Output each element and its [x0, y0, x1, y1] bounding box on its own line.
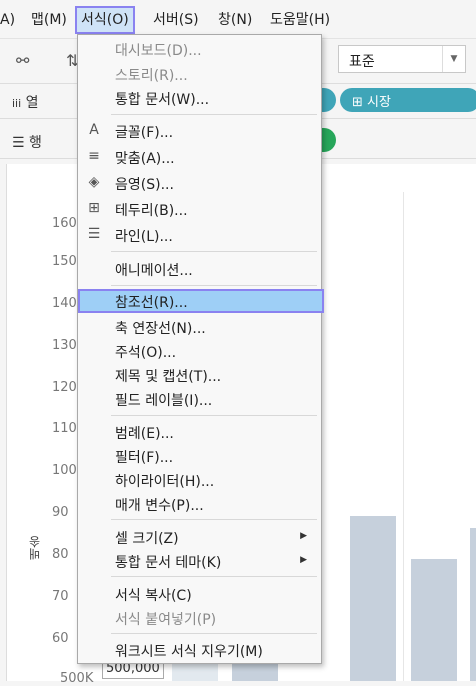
menu-item-animation[interactable]: 애니메이션... [78, 257, 321, 281]
bar[interactable] [470, 528, 476, 681]
lines-icon: ☰ [87, 226, 101, 242]
rows-label: 행 [29, 135, 42, 151]
menu-item-label: 음영(S)... [115, 177, 174, 193]
menu-item-label: 축 연장선(N)... [115, 321, 206, 337]
menu-item-drop-lines[interactable]: 축 연장선(N)... [78, 315, 321, 339]
menu-item-clear-worksheet-format[interactable]: 워크시트 서식 지우기(M) [78, 638, 321, 662]
menu-item-cell-size[interactable]: 셀 크기(Z) ▶ [78, 525, 321, 549]
paint-bucket-icon: ◈ [88, 174, 100, 190]
y-tick: 90 [52, 505, 69, 520]
menu-separator [111, 415, 317, 416]
menu-item-borders[interactable]: ⊞ 테두리(B)... [78, 197, 321, 221]
menu-item-label: 하이라이터(H)... [115, 474, 215, 490]
chevron-down-icon: ▼ [442, 46, 465, 72]
menu-item-legends[interactable]: 범례(E)... [78, 420, 321, 444]
y-tick: 120 [52, 380, 77, 395]
menu-item-label: 워크시트 서식 지우기(M) [115, 644, 263, 660]
menu-item-label: 서식 복사(C) [115, 588, 192, 604]
y-tick: 130 [52, 338, 77, 353]
borders-icon: ⊞ [88, 200, 100, 216]
menu-item-alignment[interactable]: ≡ 맞춤(A)... [78, 145, 321, 169]
group-members-icon[interactable]: ⚯ [16, 51, 29, 70]
menu-item-label: 범례(E)... [115, 426, 174, 442]
menu-item-label: 필터(F)... [115, 450, 174, 466]
columns-icon: iii [12, 97, 22, 110]
rows-shelf-label: ☰ 행 [12, 132, 42, 152]
menu-item-label: 글꼴(F)... [115, 125, 174, 141]
menu-item-title-caption[interactable]: 제목 및 캡션(T)... [78, 363, 321, 387]
menu-item-paste-formatting: 서식 붙여넣기(P) [78, 606, 321, 630]
rows-icon: ☰ [12, 135, 25, 151]
menu-item-dashboard: 대시보드(D)... [78, 37, 321, 61]
y-axis-title: 배송 [28, 536, 42, 560]
submenu-arrow-icon: ▶ [300, 531, 307, 541]
menu-item-label: 필드 레이블(I)... [115, 393, 213, 409]
columns-pill-market[interactable]: ⊞ 시장 [340, 88, 476, 112]
align-icon: ≡ [88, 148, 100, 164]
menu-separator [111, 633, 317, 634]
y-tick: 150 [52, 254, 77, 269]
menu-item-label: 매개 변수(P)... [115, 498, 204, 514]
menu-item-field-labels[interactable]: 필드 레이블(I)... [78, 387, 321, 411]
columns-shelf-label: iii 열 [12, 92, 39, 112]
menu-item-label: 스토리(R)... [115, 68, 188, 84]
columns-pill-label: ⊞ 시장 [352, 95, 391, 110]
menu-item-label: 참조선(R)... [115, 295, 188, 311]
menu-window[interactable]: 창(N) [218, 9, 252, 31]
submenu-arrow-icon: ▶ [300, 555, 307, 565]
menu-separator [111, 285, 317, 286]
menu-separator [111, 576, 317, 577]
bar[interactable] [411, 559, 457, 681]
fit-select[interactable]: 표준 ▼ [338, 45, 466, 73]
y-tick: 100 [52, 463, 77, 478]
menu-server[interactable]: 서버(S) [153, 9, 199, 31]
menu-item-label: 제목 및 캡션(T)... [115, 369, 222, 385]
menu-item-workbook[interactable]: 통합 문서(W)... [78, 86, 321, 110]
menu-item-workbook-theme[interactable]: 통합 문서 테마(K) ▶ [78, 549, 321, 573]
font-icon: A [89, 122, 99, 138]
menu-item-font[interactable]: A 글꼴(F)... [78, 119, 321, 143]
menu-item-parameters[interactable]: 매개 변수(P)... [78, 492, 321, 516]
y-tick: 140 [52, 296, 77, 311]
menu-item-highlighters[interactable]: 하이라이터(H)... [78, 468, 321, 492]
y-tick: 160 [52, 216, 77, 231]
format-menu: 대시보드(D)... 스토리(R)... 통합 문서(W)... A 글꼴(F)… [77, 34, 324, 664]
columns-label: 열 [25, 95, 39, 111]
menu-item-label: 테두리(B)... [115, 203, 188, 219]
menu-map[interactable]: 맵(M) [31, 9, 67, 31]
menu-item-label: 주석(O)... [115, 345, 177, 361]
menu-item-copy-formatting[interactable]: 서식 복사(C) [78, 582, 321, 606]
y-tick: 60 [52, 631, 69, 646]
menu-separator [111, 519, 317, 520]
menu-item-label: 맞춤(A)... [115, 151, 175, 167]
menubar: A) 맵(M) 서식(O) 서버(S) 창(N) 도움말(H) [0, 0, 476, 38]
menu-item-lines[interactable]: ☰ 라인(L)... [78, 223, 321, 247]
y-tick: 80 [52, 547, 69, 562]
menu-analysis[interactable]: A) [0, 9, 15, 31]
menu-item-label: 라인(L)... [115, 229, 173, 245]
menu-separator [111, 114, 317, 115]
menu-separator [111, 251, 317, 252]
menu-item-shading[interactable]: ◈ 음영(S)... [78, 171, 321, 195]
menu-item-label: 대시보드(D)... [115, 43, 202, 59]
menu-item-label: 통합 문서(W)... [115, 92, 210, 108]
menu-item-label: 통합 문서 테마(K) [115, 555, 222, 571]
menu-item-reference-lines[interactable]: 참조선(R)... [78, 289, 324, 313]
menu-item-label: 애니메이션... [115, 263, 193, 279]
fit-select-value: 표준 [349, 54, 375, 70]
y-tick: 110 [52, 421, 77, 436]
menu-item-story: 스토리(R)... [78, 62, 321, 86]
menu-item-annotations[interactable]: 주석(O)... [78, 339, 321, 363]
gridline [403, 192, 404, 681]
menu-item-label: 서식 붙여넣기(P) [115, 612, 217, 628]
bar[interactable] [350, 516, 396, 681]
y-tick: 70 [52, 589, 69, 604]
menu-format[interactable]: 서식(O) [75, 6, 135, 34]
menu-item-label: 셀 크기(Z) [115, 531, 179, 547]
y-tick: 500K [60, 671, 94, 686]
menu-help[interactable]: 도움말(H) [270, 9, 330, 31]
menu-item-filters[interactable]: 필터(F)... [78, 444, 321, 468]
